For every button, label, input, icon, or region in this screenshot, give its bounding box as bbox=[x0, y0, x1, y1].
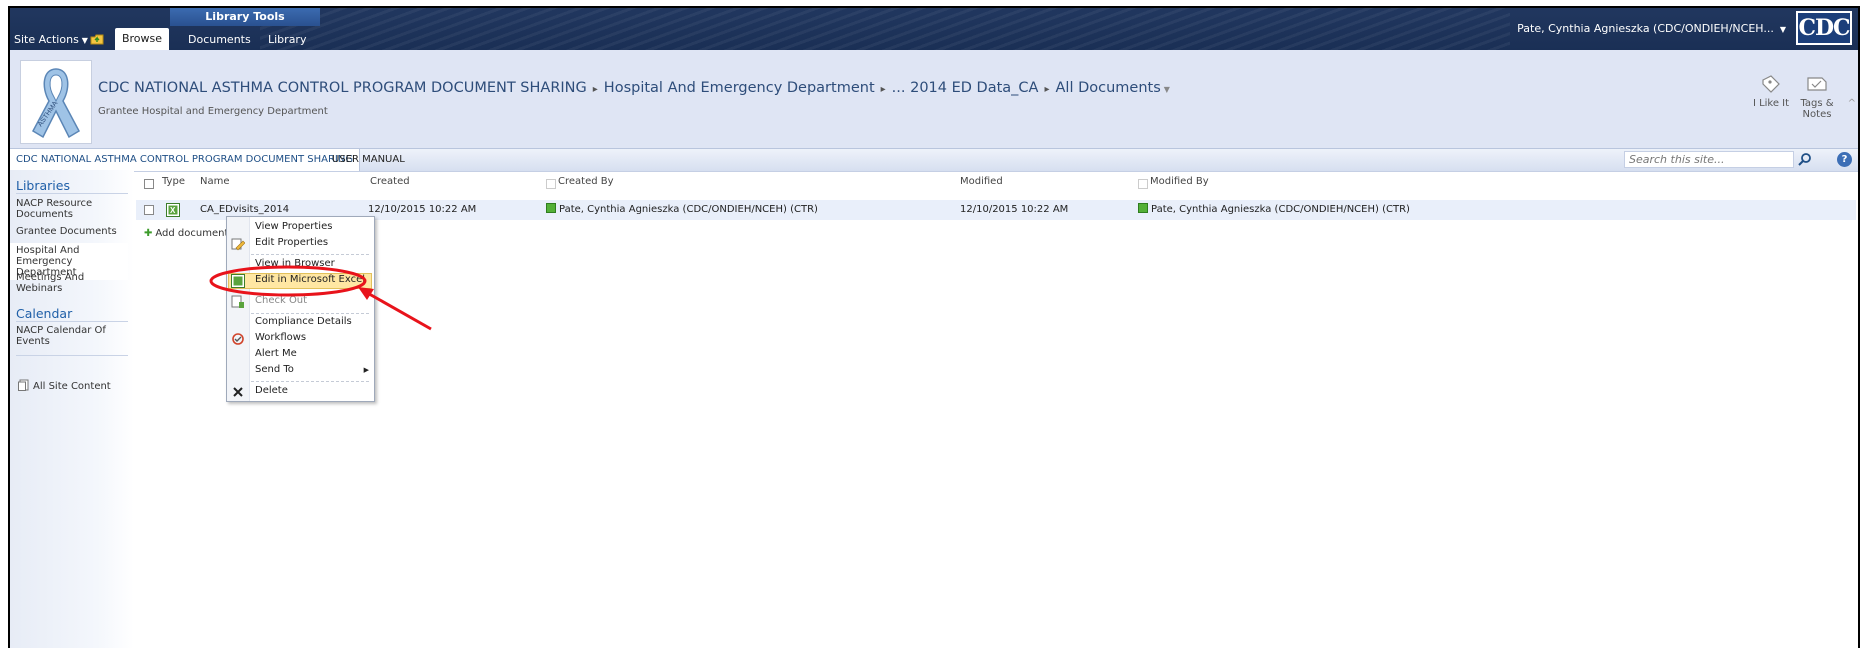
all-site-content-label: All Site Content bbox=[33, 381, 111, 392]
all-site-content-link[interactable]: All Site Content bbox=[18, 379, 111, 392]
title-area: ASTHMA CDC NATIONAL ASTHMA CONTROL PROGR… bbox=[10, 50, 1858, 148]
topnav-item-home[interactable]: CDC NATIONAL ASTHMA CONTROL PROGRAM DOCU… bbox=[10, 149, 361, 171]
help-icon[interactable]: ? bbox=[1837, 152, 1852, 167]
menu-item-view-properties[interactable]: View Properties bbox=[255, 221, 332, 232]
table-row[interactable]: X CA_EDvisits_2014 ▼ 12/10/2015 10:22 AM… bbox=[136, 200, 1856, 243]
quick-launch: Libraries NACP Resource Documents Grante… bbox=[10, 170, 134, 648]
site-actions-label: Site Actions bbox=[14, 33, 79, 46]
column-filter-checkbox bbox=[1138, 179, 1148, 189]
i-like-it-button[interactable]: I Like It bbox=[1748, 74, 1794, 109]
row-modified: 12/10/2015 10:22 AM bbox=[960, 204, 1069, 215]
chevron-down-icon: ▼ bbox=[81, 36, 88, 45]
tags-notes-label: Tags & Notes bbox=[1800, 98, 1834, 120]
column-header-created[interactable]: Created bbox=[370, 176, 410, 187]
presence-icon bbox=[546, 203, 556, 213]
menu-separator bbox=[251, 313, 369, 314]
submenu-arrow-icon: ▶ bbox=[363, 366, 369, 374]
workflows-icon bbox=[232, 333, 244, 345]
breadcrumb-separator-icon: ▸ bbox=[592, 84, 598, 95]
tags-notes-button[interactable]: Tags & Notes bbox=[1794, 74, 1840, 120]
column-header-type[interactable]: Type bbox=[162, 176, 185, 187]
column-header-name[interactable]: Name bbox=[200, 176, 230, 187]
menu-separator bbox=[251, 254, 369, 255]
leftnav-item-grantee-documents[interactable]: Grantee Documents bbox=[16, 226, 130, 237]
svg-text:X: X bbox=[170, 206, 176, 215]
breadcrumb-separator-icon: ▸ bbox=[880, 84, 886, 95]
asthma-ribbon-logo[interactable]: ASTHMA bbox=[20, 60, 92, 144]
menu-item-send-to[interactable]: Send To bbox=[255, 364, 294, 375]
modified-by-name: Pate, Cynthia Agnieszka (CDC/ONDIEH/NCEH… bbox=[1151, 204, 1410, 215]
scroll-up-arrow-icon[interactable]: ^ bbox=[1848, 98, 1856, 109]
library-tools-group-label: Library Tools bbox=[170, 8, 320, 26]
breadcrumb-folder[interactable]: ... 2014 ED Data_CA bbox=[892, 80, 1039, 96]
breadcrumb-separator-icon: ▸ bbox=[1044, 84, 1050, 95]
tag-like-icon bbox=[1762, 75, 1780, 93]
leftnav-item-nacp-resource[interactable]: NACP Resource Documents bbox=[16, 198, 130, 220]
excel-file-icon: X bbox=[166, 203, 180, 217]
menu-item-check-out[interactable]: Check Out bbox=[255, 295, 307, 306]
ribbon: Library Tools Site Actions ▼ Browse Docum… bbox=[10, 8, 1858, 50]
tab-browse[interactable]: Browse bbox=[115, 28, 169, 50]
leftnav-item-nacp-calendar[interactable]: NACP Calendar Of Events bbox=[16, 325, 130, 347]
top-nav-bar: CDC NATIONAL ASTHMA CONTROL PROGRAM DOCU… bbox=[10, 148, 1858, 172]
delete-icon bbox=[233, 387, 243, 397]
created-by-name: Pate, Cynthia Agnieszka (CDC/ONDIEH/NCEH… bbox=[559, 204, 818, 215]
column-header-modified-by[interactable]: Modified By bbox=[1150, 176, 1209, 187]
libraries-heading[interactable]: Libraries bbox=[16, 178, 70, 193]
site-actions-menu[interactable]: Site Actions ▼ bbox=[14, 30, 88, 50]
menu-separator bbox=[251, 381, 369, 382]
menu-item-alert-me[interactable]: Alert Me bbox=[255, 348, 297, 359]
divider bbox=[16, 355, 128, 356]
user-name: Pate, Cynthia Agnieszka (CDC/ONDIEH/NCEH… bbox=[1517, 22, 1774, 35]
column-filter-checkbox bbox=[546, 179, 556, 189]
menu-item-workflows[interactable]: Workflows bbox=[255, 332, 306, 343]
item-context-menu: View Properties Edit Properties View in … bbox=[226, 216, 375, 402]
tab-library[interactable]: Library bbox=[268, 30, 306, 50]
leftnav-item-meetings-webinars[interactable]: Meetings And Webinars bbox=[16, 272, 130, 294]
search-input[interactable]: Search this site... bbox=[1624, 151, 1794, 168]
menu-item-compliance-details[interactable]: Compliance Details bbox=[255, 316, 352, 327]
topnav-item-user-manual[interactable]: USER MANUAL bbox=[332, 149, 405, 171]
add-icon: ✚ bbox=[144, 228, 153, 239]
add-document-label: Add document bbox=[155, 228, 229, 239]
divider bbox=[16, 321, 128, 322]
search-icon[interactable] bbox=[1796, 151, 1814, 168]
cdc-logo: CDC bbox=[1796, 11, 1852, 45]
add-document-link[interactable]: ✚ Add document bbox=[144, 228, 228, 239]
menu-item-edit-in-excel[interactable]: Edit in Microsoft Excel bbox=[255, 274, 365, 285]
edit-properties-icon bbox=[231, 238, 245, 251]
site-description: Grantee Hospital and Emergency Departmen… bbox=[98, 106, 328, 117]
chevron-down-icon: ▼ bbox=[1779, 25, 1786, 34]
presence-icon bbox=[1138, 203, 1148, 213]
menu-item-edit-properties[interactable]: Edit Properties bbox=[255, 237, 328, 248]
breadcrumb-view[interactable]: All Documents bbox=[1056, 80, 1161, 96]
select-all-checkbox[interactable] bbox=[144, 179, 154, 189]
navigate-up-icon[interactable] bbox=[90, 33, 104, 45]
ribbon-decoration bbox=[260, 8, 1510, 50]
calendar-heading[interactable]: Calendar bbox=[16, 306, 72, 321]
tags-notes-icon bbox=[1807, 77, 1827, 91]
row-created-by[interactable]: Pate, Cynthia Agnieszka (CDC/ONDIEH/NCEH… bbox=[546, 202, 818, 218]
menu-item-view-in-browser[interactable]: View in Browser bbox=[255, 258, 335, 269]
site-content-icon bbox=[18, 379, 29, 391]
column-header-created-by[interactable]: Created By bbox=[558, 176, 614, 187]
row-created: 12/10/2015 10:22 AM bbox=[368, 204, 477, 215]
chevron-down-icon[interactable]: ▼ bbox=[1164, 85, 1170, 94]
tab-documents[interactable]: Documents bbox=[188, 30, 251, 50]
breadcrumb: CDC NATIONAL ASTHMA CONTROL PROGRAM DOCU… bbox=[98, 80, 1170, 96]
i-like-it-label: I Like It bbox=[1752, 98, 1790, 109]
breadcrumb-site[interactable]: CDC NATIONAL ASTHMA CONTROL PROGRAM DOCU… bbox=[98, 80, 587, 96]
divider bbox=[16, 193, 128, 194]
column-header-modified[interactable]: Modified bbox=[960, 176, 1003, 187]
awareness-ribbon-icon: ASTHMA bbox=[32, 68, 80, 139]
user-menu[interactable]: Pate, Cynthia Agnieszka (CDC/ONDIEH/NCEH… bbox=[1517, 22, 1786, 35]
breadcrumb-library[interactable]: Hospital And Emergency Department bbox=[604, 80, 875, 96]
row-modified-by[interactable]: Pate, Cynthia Agnieszka (CDC/ONDIEH/NCEH… bbox=[1138, 202, 1410, 218]
menu-item-delete[interactable]: Delete bbox=[255, 385, 288, 396]
row-checkbox[interactable] bbox=[144, 205, 154, 215]
excel-edit-icon bbox=[231, 274, 245, 288]
browser-viewport: Library Tools Site Actions ▼ Browse Docum… bbox=[8, 6, 1860, 648]
check-out-icon bbox=[231, 295, 244, 308]
